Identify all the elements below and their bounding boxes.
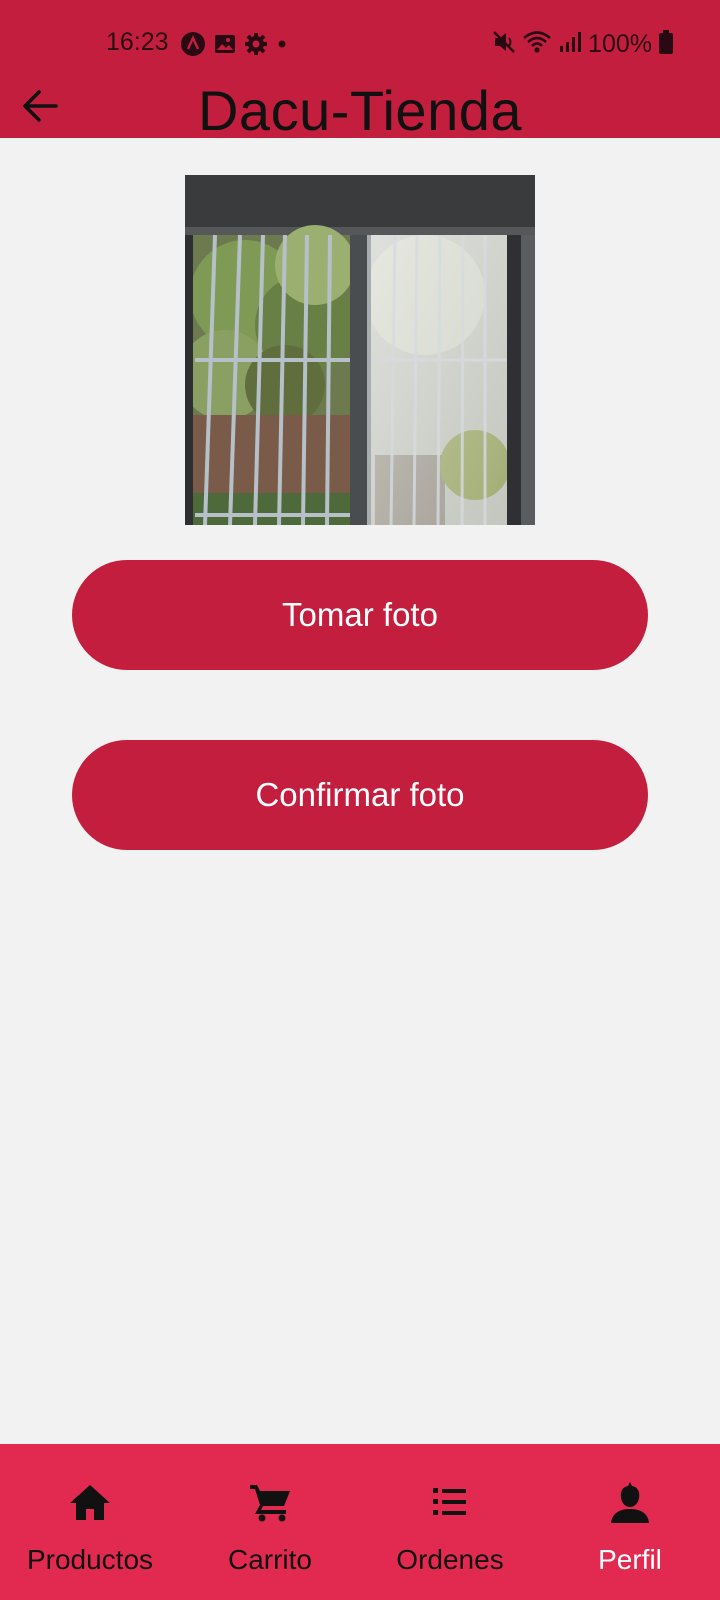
battery-icon <box>658 29 674 60</box>
home-icon <box>68 1482 112 1522</box>
nav-item-carrito[interactable]: Carrito <box>190 1444 350 1600</box>
nav-label: Carrito <box>227 1544 312 1575</box>
bottom-navigation: Productos Carrito Ordenes Perfil <box>0 1444 720 1600</box>
top-header: 16:23 100% Dacu-Tienda <box>0 0 720 142</box>
settings-icon <box>244 32 268 56</box>
nav-item-productos[interactable]: Productos <box>10 1444 170 1600</box>
photo-preview <box>185 175 535 525</box>
nav-label: Productos <box>26 1544 154 1575</box>
status-notification-icons <box>180 30 289 58</box>
nav-label: Ordenes <box>396 1544 504 1575</box>
nav-label: Perfil <box>598 1544 662 1575</box>
nav-item-ordenes[interactable]: Ordenes <box>370 1444 530 1600</box>
list-icon <box>428 1482 472 1522</box>
person-icon <box>608 1482 652 1523</box>
gallery-icon <box>213 32 237 56</box>
status-system-icons: 100% <box>492 28 674 60</box>
take-photo-button[interactable]: Tomar foto <box>72 560 648 670</box>
app-notification-icon <box>180 31 206 57</box>
nav-item-perfil[interactable]: Perfil <box>550 1444 710 1600</box>
battery-percentage: 100% <box>588 29 652 58</box>
confirm-photo-button[interactable]: Confirmar foto <box>72 740 648 850</box>
wifi-icon <box>522 29 552 60</box>
page-title: Dacu-Tienda <box>197 79 523 142</box>
cart-icon <box>248 1482 292 1522</box>
app-bar: Dacu-Tienda <box>0 72 720 142</box>
mute-icon <box>492 29 516 60</box>
dot-icon <box>275 37 289 51</box>
status-time: 16:23 <box>106 28 169 56</box>
signal-icon <box>558 30 582 59</box>
